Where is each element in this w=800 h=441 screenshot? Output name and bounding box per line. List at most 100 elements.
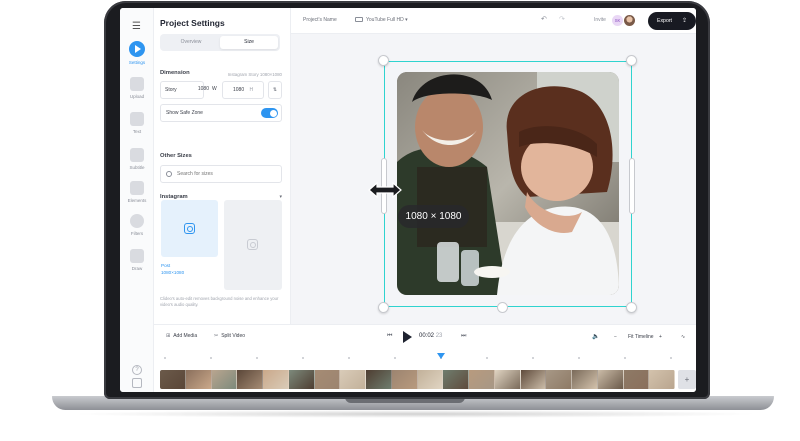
- text-icon: [130, 112, 144, 126]
- zoom-label[interactable]: Fit Timeline: [628, 334, 654, 340]
- help-icon[interactable]: ?: [132, 365, 142, 375]
- resize-handle-top-right[interactable]: [626, 55, 637, 66]
- add-clip-button[interactable]: +: [678, 370, 696, 389]
- clip-thumbnail: [417, 370, 444, 389]
- dimension-note: Instagram Story 1080×1080: [227, 72, 282, 77]
- dimension-badge: 1080 × 1080: [398, 205, 469, 228]
- clip-thumbnail: [160, 370, 186, 389]
- subtitle-icon: [130, 148, 144, 162]
- rail-label-filters: Filters: [130, 231, 144, 236]
- rail-item-upload[interactable]: Upload: [120, 77, 154, 99]
- playhead[interactable]: [437, 353, 445, 359]
- transport-bar: ⊞ Add Media ✂ Split Video ⏮ 00:02 23 ⏭ 🔈 −…: [154, 324, 696, 350]
- rail-item-text[interactable]: Text: [120, 112, 154, 134]
- settings-tabs: Overview Size: [160, 34, 280, 51]
- resize-handle-right[interactable]: [629, 158, 635, 214]
- clip-thumbnail: [649, 370, 675, 389]
- upload-icon: [130, 77, 144, 91]
- rail-item-settings[interactable]: Settings: [120, 41, 154, 65]
- ruler-tick: [532, 357, 534, 359]
- instagram-post-card[interactable]: [161, 200, 218, 257]
- resize-handle-top-left[interactable]: [378, 55, 389, 66]
- size-search-input[interactable]: [177, 168, 277, 180]
- ruler-tick: [670, 357, 672, 359]
- tab-overview[interactable]: Overview: [162, 36, 220, 49]
- rail-item-filters[interactable]: Filters: [120, 214, 154, 236]
- zoom-out-icon[interactable]: −: [614, 334, 617, 340]
- ruler-tick: [256, 357, 258, 359]
- rail-label-subtitle: Subtitle: [129, 165, 145, 170]
- rail-item-subtitle[interactable]: Subtitle: [120, 148, 154, 170]
- clip-thumbnail: [469, 370, 495, 389]
- time-readout: 00:02 23: [419, 333, 442, 339]
- zoom-in-icon[interactable]: +: [659, 334, 662, 340]
- rail-item-draw[interactable]: Draw: [120, 249, 154, 271]
- avatar[interactable]: [624, 15, 635, 26]
- ruler-tick: [302, 357, 304, 359]
- invite-link[interactable]: Invite: [594, 17, 606, 23]
- menu-icon[interactable]: ☰: [132, 22, 142, 32]
- format-select[interactable]: YouTube Full HD ▾: [355, 17, 408, 23]
- undo-icon[interactable]: ↶: [541, 15, 547, 23]
- rail-label-settings: Settings: [128, 60, 146, 65]
- tab-size[interactable]: Size: [220, 36, 278, 49]
- ruler-tick: [486, 357, 488, 359]
- height-field[interactable]: 1080 H: [222, 81, 264, 99]
- scissors-icon: ✂: [214, 333, 219, 339]
- rail-item-elements[interactable]: Elements: [120, 181, 154, 203]
- export-button[interactable]: Export ⇪: [648, 12, 696, 30]
- filters-icon: [130, 214, 144, 228]
- safe-zone-label: Show Safe Zone: [166, 110, 203, 116]
- dimension-row: Story 1080 W 1080 H ⇅: [160, 81, 282, 99]
- export-label: Export: [657, 18, 672, 24]
- height-value: 1080: [233, 87, 245, 93]
- panel-title: Project Settings: [160, 18, 225, 28]
- clip-thumbnail: [185, 370, 212, 389]
- safe-zone-toggle[interactable]: [261, 108, 278, 118]
- size-search: [160, 165, 282, 183]
- safe-zone-row: Show Safe Zone: [160, 104, 282, 122]
- rail-label-elements: Elements: [127, 198, 147, 203]
- link-ratio-icon[interactable]: ⇅: [268, 81, 282, 99]
- tool-rail: ☰ Settings Upload Text Subtitle Elements…: [120, 8, 154, 392]
- split-video-button[interactable]: ✂ Split Video: [214, 333, 245, 339]
- instagram-story-card[interactable]: [224, 200, 282, 290]
- format-label: YouTube Full HD: [366, 17, 404, 23]
- waveform-icon[interactable]: ∿: [681, 334, 685, 340]
- draw-icon: [130, 249, 144, 263]
- post-size: 1080×1080: [161, 270, 185, 275]
- clip-thumbnail: [546, 370, 572, 389]
- redo-icon[interactable]: ↷: [559, 15, 565, 23]
- selection-frame[interactable]: [384, 61, 632, 307]
- skip-back-icon[interactable]: ⏮: [387, 333, 392, 340]
- add-media-label: Add Media: [173, 333, 198, 339]
- width-field[interactable]: 1080: [183, 81, 211, 99]
- timeline: +: [154, 350, 696, 392]
- clip-strip[interactable]: [160, 370, 675, 389]
- user-initials-avatar[interactable]: SK: [612, 15, 623, 26]
- clip-thumbnail: [494, 370, 521, 389]
- chevron-down-icon[interactable]: ▾: [279, 194, 282, 200]
- elements-icon: [130, 181, 144, 195]
- clip-thumbnail: [340, 370, 366, 389]
- resize-handle-bottom-left[interactable]: [378, 302, 389, 313]
- project-name[interactable]: Project's Name: [303, 17, 337, 23]
- volume-icon[interactable]: 🔈: [592, 333, 599, 340]
- width-unit: W: [212, 86, 217, 92]
- add-media-icon: ⊞: [166, 333, 171, 339]
- editor-canvas: 1080 × 1080: [291, 34, 696, 324]
- skip-forward-icon[interactable]: ⏭: [461, 333, 466, 340]
- instagram-icon: [247, 239, 258, 250]
- resize-handle-bottom[interactable]: [497, 302, 508, 313]
- clip-thumbnail: [443, 370, 469, 389]
- other-sizes-heading: Other Sizes: [160, 153, 192, 159]
- keyboard-icon[interactable]: [132, 378, 142, 388]
- resize-cursor-icon: [368, 181, 402, 199]
- panel-footnote: Clideo's auto-edit removes background no…: [160, 296, 279, 307]
- play-icon[interactable]: [403, 331, 412, 343]
- clip-thumbnail: [366, 370, 392, 389]
- add-media-button[interactable]: ⊞ Add Media: [166, 333, 197, 339]
- width-value: 1080: [197, 86, 209, 92]
- chevron-down-icon: ▾: [405, 17, 408, 23]
- resize-handle-bottom-right[interactable]: [626, 302, 637, 313]
